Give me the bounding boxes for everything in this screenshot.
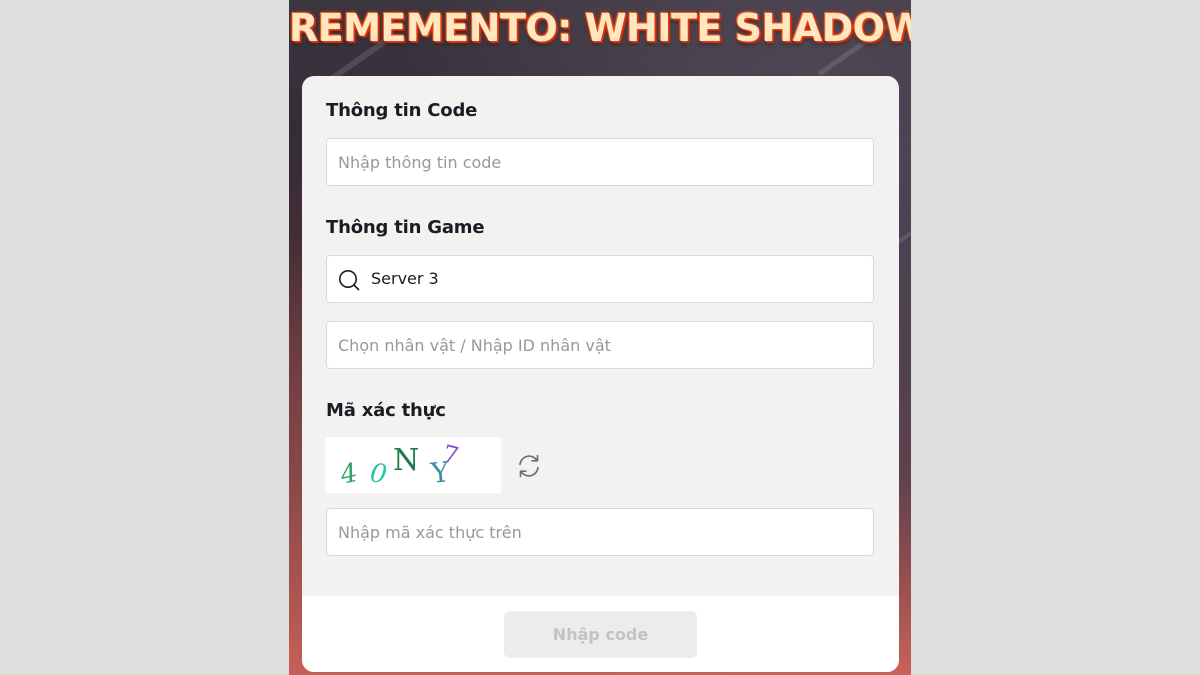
game-section-title: Thông tin Game xyxy=(326,217,485,238)
redeem-code-form: Thông tin Code Thông tin Game Server 3 M… xyxy=(302,76,899,672)
svg-text:7: 7 xyxy=(440,439,462,470)
submit-code-button[interactable]: Nhập code xyxy=(504,611,697,658)
captcha-field[interactable] xyxy=(326,508,874,556)
svg-text:4: 4 xyxy=(337,458,360,491)
captcha-section-title: Mã xác thực xyxy=(326,400,446,421)
character-input[interactable] xyxy=(338,322,858,368)
captcha-image: 4 0 N Y 7 xyxy=(325,437,501,493)
code-section-title: Thông tin Code xyxy=(326,100,478,121)
form-footer: Nhập code xyxy=(302,596,899,672)
code-field[interactable] xyxy=(326,138,874,186)
svg-text:N: N xyxy=(393,443,419,478)
character-field[interactable] xyxy=(326,321,874,369)
server-selected-value: Server 3 xyxy=(371,269,439,288)
svg-text:0: 0 xyxy=(368,458,389,490)
refresh-icon[interactable] xyxy=(515,452,543,480)
code-input[interactable] xyxy=(338,139,858,185)
search-icon xyxy=(339,270,360,291)
server-select[interactable]: Server 3 xyxy=(326,255,874,303)
captcha-glyphs: 4 0 N Y 7 xyxy=(337,439,462,491)
game-title: REMEMENTO: WHITE SHADOW xyxy=(289,6,911,50)
captcha-input[interactable] xyxy=(338,509,858,555)
game-page: REMEMENTO: WHITE SHADOW Thông tin Code T… xyxy=(289,0,911,675)
